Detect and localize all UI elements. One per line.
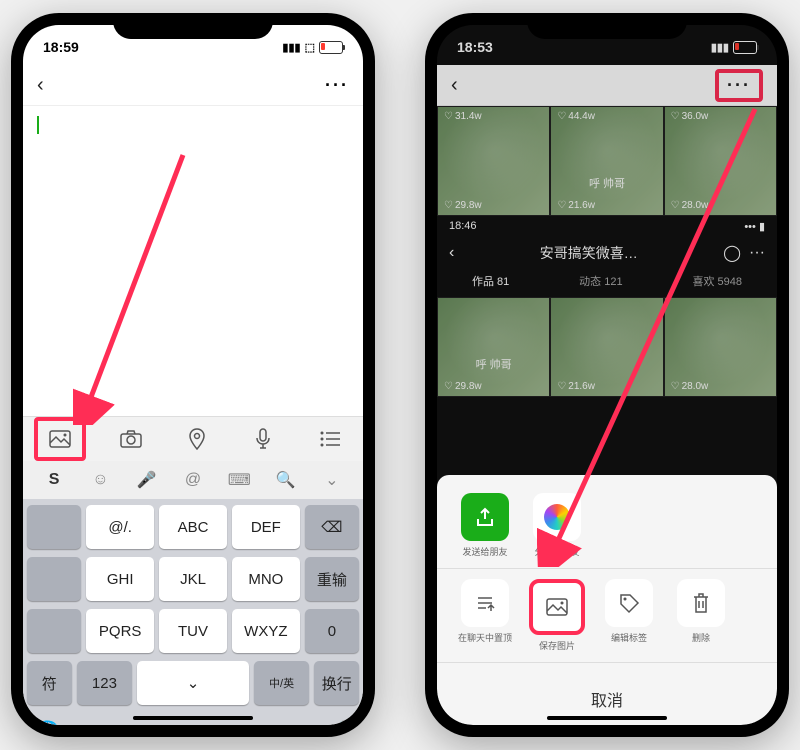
screen-left: 18:59 ▮▮▮ ⬚ ‹ ··· bbox=[23, 25, 363, 725]
save-image[interactable]: 保存图片 bbox=[529, 579, 585, 652]
trash-icon bbox=[677, 579, 725, 627]
tag-icon bbox=[605, 579, 653, 627]
key-reinput[interactable]: 重输 bbox=[305, 557, 359, 601]
pin-icon bbox=[461, 579, 509, 627]
key-symbol[interactable]: 符 bbox=[27, 661, 72, 705]
text-cursor bbox=[37, 116, 39, 134]
dictation-icon[interactable]: 🎤 bbox=[326, 719, 351, 725]
search-icon[interactable]: 🔍 bbox=[262, 470, 308, 490]
collapse-icon[interactable]: ⌄ bbox=[309, 470, 355, 490]
key-abc[interactable]: ABC bbox=[159, 505, 227, 549]
cancel-button[interactable]: 取消 bbox=[449, 673, 765, 717]
voice-input-icon[interactable]: 🎤 bbox=[124, 470, 170, 490]
signal-icon: ▮▮▮ bbox=[282, 41, 300, 54]
keyboard-icon[interactable]: ⌨ bbox=[216, 470, 262, 490]
phone-left: 18:59 ▮▮▮ ⬚ ‹ ··· bbox=[11, 13, 375, 737]
key-jkl[interactable]: JKL bbox=[159, 557, 227, 601]
compose-toolbar bbox=[23, 416, 363, 461]
nav-bar: ‹ ··· bbox=[23, 65, 363, 106]
keyboard: @/. ABC DEF ⌫ GHI JKL MNO 重输 PQRS TUV WX… bbox=[23, 499, 363, 715]
wifi-icon: ⬚ bbox=[305, 41, 315, 54]
key-mno[interactable]: MNO bbox=[232, 557, 300, 601]
action-sheet: 发送给朋友 分享到朋友 在聊天中置顶 bbox=[437, 475, 777, 725]
sheet-row-share: 发送给朋友 分享到朋友 bbox=[449, 493, 765, 558]
sheet-divider bbox=[437, 568, 777, 569]
clock: 18:59 bbox=[43, 39, 79, 55]
delete[interactable]: 删除 bbox=[673, 579, 729, 652]
key-return[interactable]: 换行 bbox=[314, 661, 359, 705]
screen-right: 18:53 ▮▮▮ ‹ ··· ♡ 31.4w ♡ 29.8w ♡ 44.4w … bbox=[437, 25, 777, 725]
sheet-divider bbox=[437, 662, 777, 663]
back-button[interactable]: ‹ bbox=[37, 74, 44, 97]
battery-icon bbox=[319, 41, 343, 54]
at-icon[interactable]: @ bbox=[170, 471, 216, 489]
key-empty[interactable] bbox=[27, 505, 81, 549]
key-1[interactable]: @/. bbox=[86, 505, 154, 549]
location-tool[interactable] bbox=[175, 421, 219, 457]
key-wxyz[interactable]: WXYZ bbox=[232, 609, 300, 653]
list-tool[interactable] bbox=[308, 421, 352, 457]
key-ghi[interactable]: GHI bbox=[86, 557, 154, 601]
sogou-icon[interactable]: S bbox=[31, 471, 77, 489]
globe-icon[interactable]: 🌐 bbox=[35, 719, 60, 725]
send-to-friend[interactable]: 发送给朋友 bbox=[457, 493, 513, 558]
key-tuv[interactable]: TUV bbox=[159, 609, 227, 653]
text-editor[interactable] bbox=[23, 106, 363, 416]
more-button[interactable]: ··· bbox=[325, 75, 349, 96]
sheet-row-actions: 在聊天中置顶 保存图片 编辑标签 bbox=[449, 579, 765, 652]
keyboard-suggestion-bar: S ☺ 🎤 @ ⌨ 🔍 ⌄ bbox=[23, 461, 363, 499]
pin-in-chat[interactable]: 在聊天中置顶 bbox=[457, 579, 513, 652]
share-moments[interactable]: 分享到朋友 bbox=[529, 493, 585, 558]
home-indicator[interactable] bbox=[133, 716, 253, 720]
notch bbox=[113, 13, 273, 39]
camera-tool[interactable] bbox=[109, 421, 153, 457]
key-space[interactable]: ⌄ bbox=[137, 661, 248, 705]
home-indicator[interactable] bbox=[547, 716, 667, 720]
notch bbox=[527, 13, 687, 39]
share-friend-icon bbox=[461, 493, 509, 541]
image-tool[interactable] bbox=[34, 417, 86, 461]
moments-icon bbox=[533, 493, 581, 541]
phone-right: 18:53 ▮▮▮ ‹ ··· ♡ 31.4w ♡ 29.8w ♡ 44.4w … bbox=[425, 13, 789, 737]
emoji-icon[interactable]: ☺ bbox=[77, 471, 123, 489]
voice-tool[interactable] bbox=[241, 421, 285, 457]
key-def[interactable]: DEF bbox=[232, 505, 300, 549]
key-lang[interactable]: 中/英 bbox=[254, 661, 310, 705]
key-123[interactable]: 123 bbox=[77, 661, 133, 705]
key-backspace[interactable]: ⌫ bbox=[305, 505, 359, 549]
key-zero[interactable]: 0 bbox=[305, 609, 359, 653]
key-pqrs[interactable]: PQRS bbox=[86, 609, 154, 653]
edit-tag[interactable]: 编辑标签 bbox=[601, 579, 657, 652]
key-empty3[interactable] bbox=[27, 609, 81, 653]
image-icon bbox=[529, 579, 585, 635]
key-empty2[interactable] bbox=[27, 557, 81, 601]
status-right: ▮▮▮ ⬚ bbox=[282, 41, 343, 54]
